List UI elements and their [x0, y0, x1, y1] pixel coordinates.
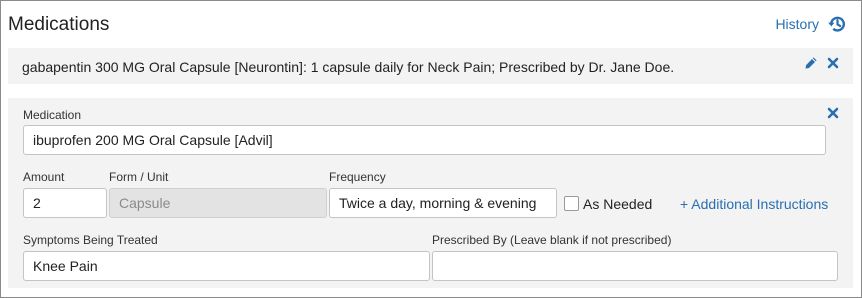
medications-panel: Medications History gabapentin 300 MG Or… — [0, 0, 862, 298]
close-icon[interactable] — [827, 107, 839, 119]
as-needed-checkbox[interactable] — [564, 196, 579, 211]
medication-list-item: gabapentin 300 MG Oral Capsule [Neuronti… — [8, 48, 853, 84]
history-label: History — [775, 16, 819, 32]
history-link[interactable]: History — [775, 14, 847, 34]
frequency-label: Frequency — [329, 170, 386, 184]
prescribed-by-input[interactable] — [432, 251, 838, 281]
new-medication-form: Medication ibuprofen 200 MG Oral Capsule… — [8, 98, 853, 288]
close-icon[interactable] — [827, 57, 839, 69]
form-unit-input: Capsule — [109, 188, 327, 218]
amount-input[interactable]: 2 — [23, 188, 107, 218]
medication-label: Medication — [23, 108, 82, 122]
form-unit-label: Form / Unit — [109, 170, 169, 184]
amount-label: Amount — [23, 170, 65, 184]
as-needed-label: As Needed — [583, 196, 653, 212]
history-icon — [828, 16, 845, 32]
medication-summary: gabapentin 300 MG Oral Capsule [Neuronti… — [22, 59, 675, 75]
additional-instructions-link[interactable]: + Additional Instructions — [680, 196, 828, 212]
frequency-input[interactable]: Twice a day, morning & evening — [329, 188, 557, 218]
page-title: Medications — [8, 14, 110, 35]
symptoms-input[interactable]: Knee Pain — [23, 251, 430, 281]
prescribed-by-label: Prescribed By (Leave blank if not prescr… — [432, 233, 672, 247]
pencil-icon[interactable] — [804, 56, 818, 70]
medication-input[interactable]: ibuprofen 200 MG Oral Capsule [Advil] — [23, 125, 826, 155]
symptoms-label: Symptoms Being Treated — [23, 233, 158, 247]
